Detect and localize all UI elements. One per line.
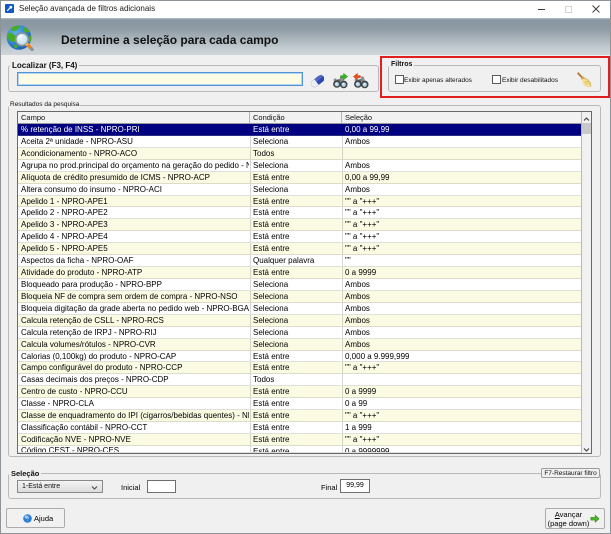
svg-text:?: ?: [26, 517, 29, 523]
